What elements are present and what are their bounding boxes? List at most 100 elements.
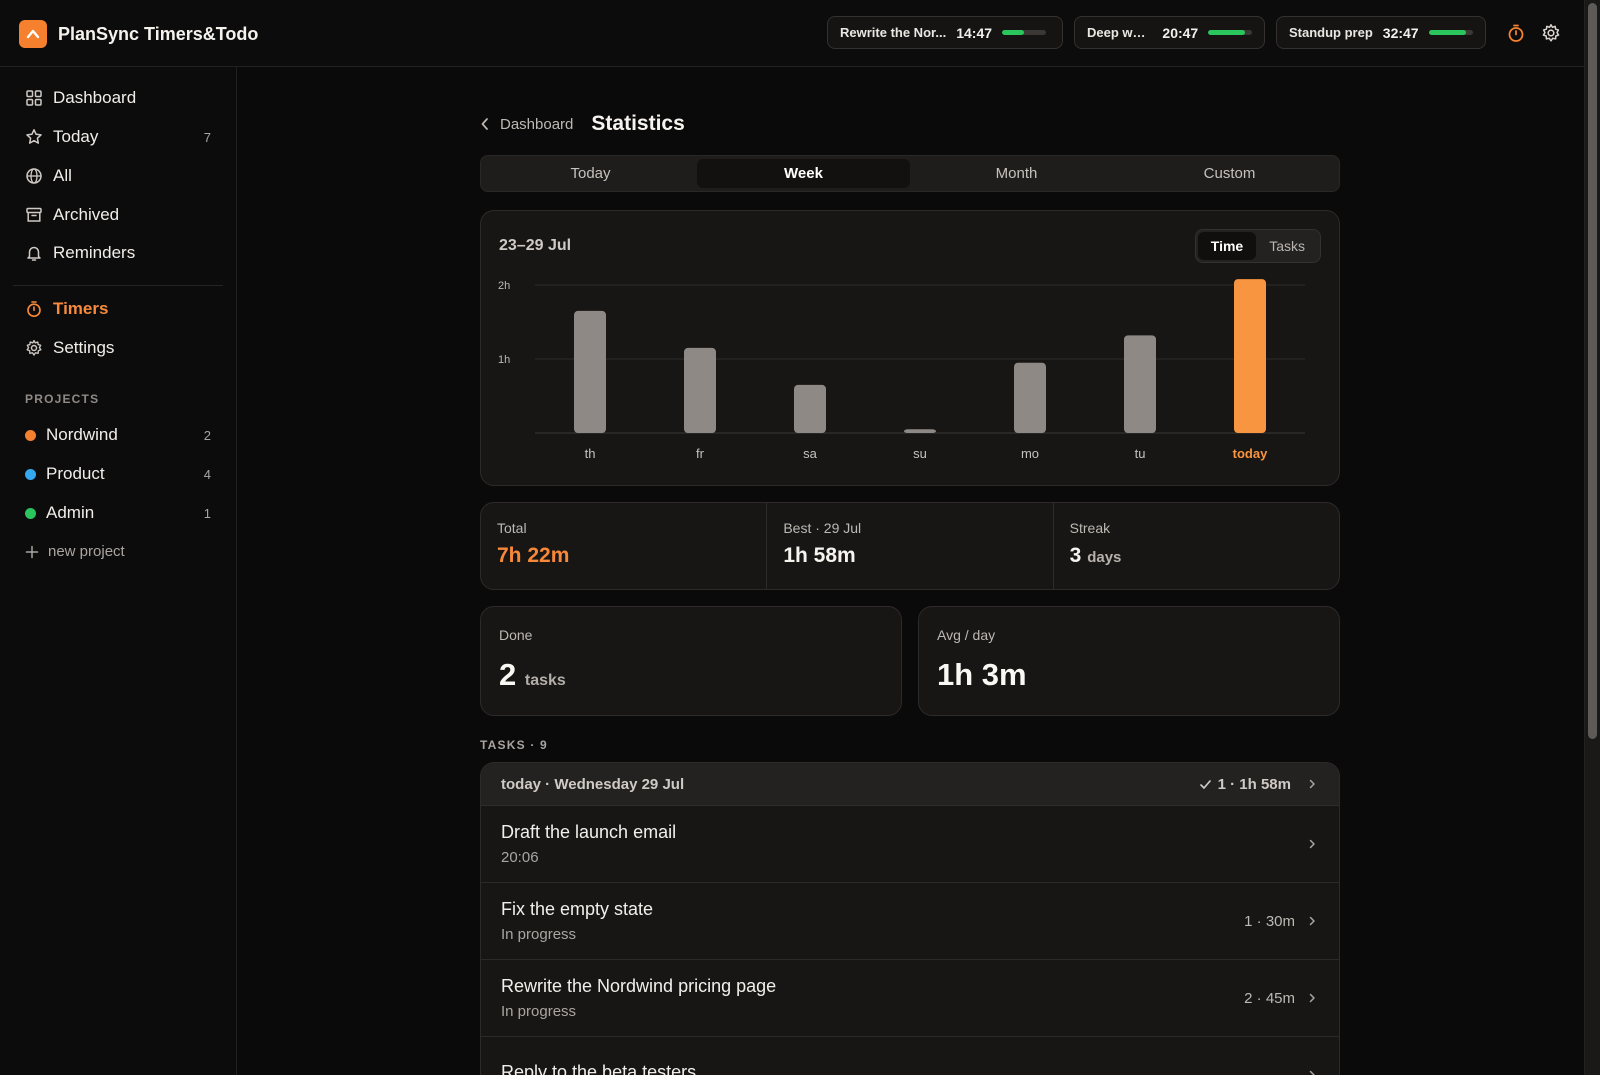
task-info: Rewrite the Nordwind pricing page In pro… xyxy=(501,976,776,1020)
top-bar: PlanSync Timers&Todo Rewrite the Nor... … xyxy=(0,0,1584,67)
chart-y-tick-label: 2h xyxy=(498,280,510,292)
sidebar-project-product[interactable]: Product 4 xyxy=(13,456,223,492)
task-list: today · Wednesday 29 Jul 1 · 1h 58m Draf… xyxy=(480,762,1340,1075)
timer-chip[interactable]: Rewrite the Nor... 14:47 xyxy=(827,16,1063,49)
new-project-label: new project xyxy=(48,543,125,560)
sidebar-item-label: Timers xyxy=(53,299,109,318)
chart-x-tick-label: su xyxy=(913,446,927,461)
star-icon xyxy=(26,129,42,144)
chevron-right-icon xyxy=(1309,779,1315,789)
grid-icon xyxy=(26,90,42,106)
sidebar-item-today[interactable]: Today 7 xyxy=(13,119,223,155)
back-link[interactable]: Dashboard xyxy=(480,116,573,133)
timer-progress-fill xyxy=(1208,30,1246,35)
sidebar-item-label: Settings xyxy=(53,338,115,357)
project-color-dot xyxy=(25,507,36,519)
task-row[interactable]: Draft the launch email 20:06 xyxy=(481,806,1339,883)
sidebar-item-label: All xyxy=(53,166,72,185)
timer-chip[interactable]: Standup prep 32:47 xyxy=(1276,16,1486,49)
sidebar-item-dashboard[interactable]: Dashboard xyxy=(13,80,223,116)
tab-custom[interactable]: Custom xyxy=(1123,159,1336,188)
chart-bar xyxy=(1014,362,1046,433)
done-unit: tasks xyxy=(524,672,566,689)
scroll-thumb[interactable] xyxy=(1588,3,1597,739)
timer-chip-name: Rewrite the Nor... xyxy=(840,25,947,40)
chart-range-label: 23–29 Jul xyxy=(499,237,572,254)
chart-card: 1h 2h th fr sa su mo tu today 23–29 Jul Time Tas… xyxy=(480,210,1340,486)
new-project-button[interactable]: new project xyxy=(25,543,125,560)
chart-bar xyxy=(1124,335,1156,433)
gear-icon[interactable] xyxy=(1540,22,1562,44)
chevron-right-icon xyxy=(1309,993,1315,1003)
tasks-heading: TASKS · 9 xyxy=(480,738,548,752)
task-group-meta: 1 · 1h 58m xyxy=(1199,776,1317,793)
check-icon xyxy=(1199,779,1211,789)
stat-best: Best · 29 Jul 1h 58m xyxy=(767,503,1054,589)
sidebar-item-settings[interactable]: Settings xyxy=(13,330,223,366)
plus-icon xyxy=(25,545,39,558)
chevron-right-icon xyxy=(1309,916,1315,926)
project-color-dot xyxy=(25,429,36,441)
tab-today[interactable]: Today xyxy=(484,159,697,188)
timer-chip[interactable]: Deep work 20:47 xyxy=(1074,16,1265,49)
task-info: Fix the empty state In progress xyxy=(501,899,653,943)
task-group-header[interactable]: today · Wednesday 29 Jul 1 · 1h 58m xyxy=(481,763,1339,806)
task-row[interactable]: Reply to the beta testers xyxy=(481,1037,1339,1075)
sidebar-item-timers[interactable]: Timers xyxy=(13,291,223,327)
task-subtitle: In progress xyxy=(501,926,577,943)
globe-icon xyxy=(26,168,42,184)
stat-label: Streak xyxy=(1069,520,1111,536)
running-timers: Rewrite the Nor... 14:47 Deep work 20:47… xyxy=(827,16,1486,49)
project-count: 4 xyxy=(203,466,211,482)
back-link-label: Dashboard xyxy=(500,115,574,133)
timer-progress-fill xyxy=(1002,30,1025,35)
task-title: Fix the empty state xyxy=(501,899,654,919)
chevron-right-icon xyxy=(1309,839,1315,849)
sidebar-divider xyxy=(13,285,223,286)
sidebar-item-all[interactable]: All xyxy=(13,158,223,194)
stat-value: 3 days xyxy=(1070,544,1323,568)
sidebar-item-reminders[interactable]: Reminders xyxy=(13,235,223,271)
tab-week[interactable]: Week xyxy=(697,159,910,188)
chart-x-tick-label: tu xyxy=(1135,446,1146,461)
task-title: Reply to the beta testers xyxy=(501,1061,697,1075)
chart-x-tick-label: fr xyxy=(696,446,705,461)
chart-x-tick-label: th xyxy=(585,446,596,461)
done-value: 2 xyxy=(499,657,517,692)
task-group-meta-text: 1 · 1h 58m xyxy=(1217,775,1291,793)
task-info: Draft the launch email 20:06 xyxy=(501,822,676,866)
toggle-tasks[interactable]: Tasks xyxy=(1256,232,1318,260)
gear-icon xyxy=(26,339,42,356)
stopwatch-icon[interactable] xyxy=(1505,22,1527,44)
project-label: Nordwind xyxy=(46,425,118,444)
toggle-time[interactable]: Time xyxy=(1197,232,1257,260)
scrollbar[interactable] xyxy=(1584,0,1600,1075)
sidebar-project-admin[interactable]: Admin 1 xyxy=(13,495,223,531)
stat-streak: Streak 3 days xyxy=(1054,503,1339,589)
timer-progress xyxy=(1002,30,1047,35)
chart-y-tick-label: 1h xyxy=(498,354,510,366)
sidebar-item-label: Reminders xyxy=(53,243,136,262)
timer-icon xyxy=(27,301,41,317)
page-title: Statistics xyxy=(591,112,685,135)
brand[interactable]: PlanSync Timers&Todo xyxy=(19,20,258,48)
archive-icon xyxy=(26,207,42,222)
chart-bar xyxy=(1234,279,1266,433)
stat-value: 1h 58m xyxy=(783,544,856,567)
sidebar-project-nordwind[interactable]: Nordwind 2 xyxy=(13,417,223,453)
stat-label: Best · 29 Jul xyxy=(783,520,862,536)
stat-value: 7h 22m xyxy=(497,544,570,567)
timer-progress-fill xyxy=(1428,30,1466,35)
stat-value: 1h 3m xyxy=(937,657,1027,692)
project-label: Admin xyxy=(46,503,95,522)
task-row[interactable]: Rewrite the Nordwind pricing page In pro… xyxy=(481,960,1339,1037)
sidebar-item-label: Archived xyxy=(53,205,120,224)
sidebar-item-count: 7 xyxy=(203,129,211,145)
sidebar-item-archived[interactable]: Archived xyxy=(13,197,223,233)
timer-chip-name: Deep work xyxy=(1087,25,1153,40)
task-title: Rewrite the Nordwind pricing page xyxy=(501,976,777,996)
task-row[interactable]: Fix the empty state In progress 1 · 30m xyxy=(481,883,1339,960)
stat-label: Done xyxy=(499,627,533,643)
tab-month[interactable]: Month xyxy=(910,159,1123,188)
timer-chip-time: 14:47 xyxy=(956,24,993,41)
